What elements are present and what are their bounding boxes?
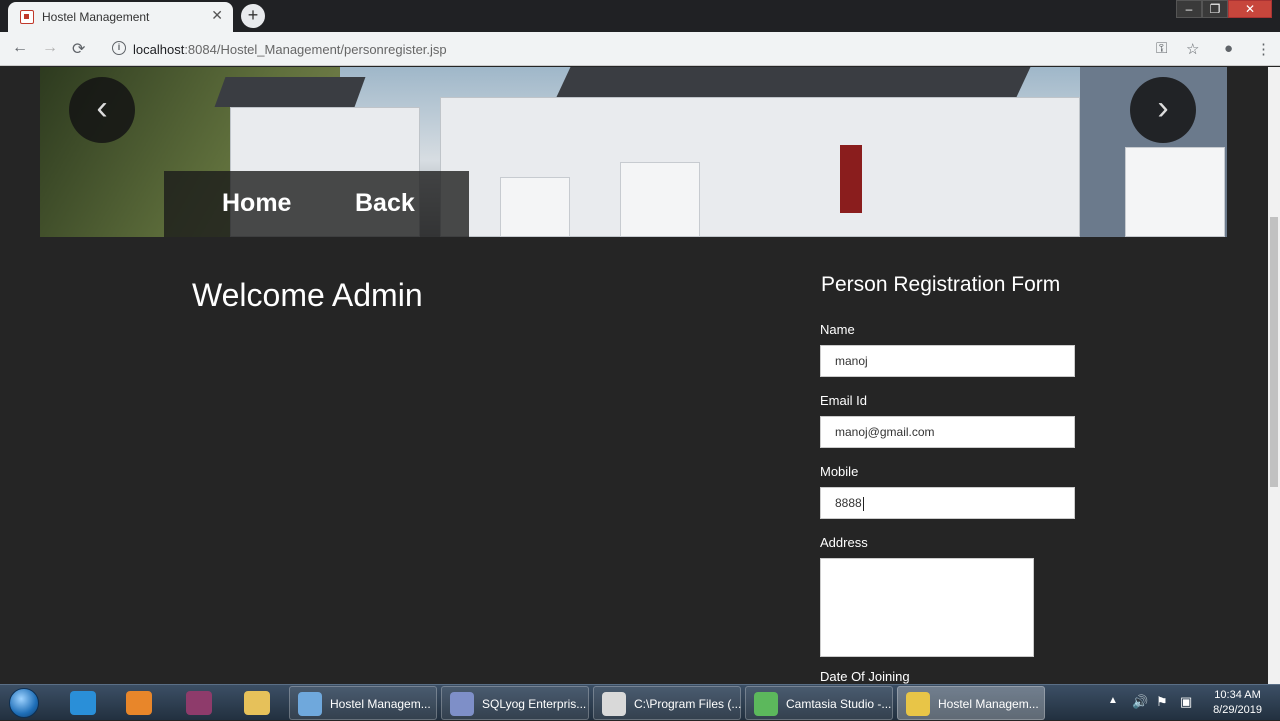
- nav-back-link[interactable]: Back: [355, 189, 415, 218]
- key-icon[interactable]: ⚿: [1156, 40, 1167, 57]
- text-cursor-icon: [862, 496, 864, 511]
- browser-toolbar: ← → ⟳ i localhost:8084/Hostel_Management…: [0, 32, 1280, 66]
- task-label: Camtasia Studio -...: [786, 697, 892, 711]
- task-label: Hostel Managem...: [938, 697, 1039, 711]
- network-icon[interactable]: ▣: [1180, 694, 1192, 710]
- address-label: Address: [820, 535, 868, 550]
- task-camtasia[interactable]: Camtasia Studio -...: [745, 686, 893, 720]
- app-icon: [754, 692, 778, 716]
- hero-navbar: Home Back: [164, 171, 469, 237]
- close-window-button[interactable]: ✕: [1228, 0, 1272, 18]
- app-icon: [450, 692, 474, 716]
- minimize-button[interactable]: –: [1176, 0, 1202, 18]
- address-textarea[interactable]: [820, 558, 1034, 657]
- clock[interactable]: 10:34 AM 8/29/2019: [1213, 688, 1262, 718]
- page-scrollbar[interactable]: [1268, 67, 1280, 684]
- window-controls: – ❐ ✕: [1176, 0, 1272, 18]
- mobile-label: Mobile: [820, 464, 859, 479]
- mobile-value: 8888: [835, 496, 862, 510]
- browser-tabstrip: Hostel Management ✕ + – ❐ ✕: [0, 0, 1280, 32]
- email-input[interactable]: manoj@gmail.com: [820, 416, 1075, 448]
- address-bar[interactable]: i localhost:8084/Hostel_Management/perso…: [104, 36, 1214, 62]
- hero-door: [840, 145, 862, 213]
- browser-tab[interactable]: Hostel Management ✕: [8, 2, 233, 32]
- pinned-media-player[interactable]: [118, 688, 160, 718]
- name-input[interactable]: manoj: [820, 345, 1075, 377]
- account-icon[interactable]: ●: [1224, 40, 1233, 57]
- taskbar: Hostel Managem... SQLyog Enterpris... C:…: [0, 684, 1280, 720]
- volume-icon[interactable]: 🔊: [1132, 694, 1148, 710]
- site-info-icon[interactable]: i: [112, 41, 126, 55]
- media-player-icon: [126, 691, 152, 715]
- doj-label: Date Of Joining: [820, 669, 910, 684]
- welcome-heading: Welcome Admin: [192, 277, 423, 313]
- favicon-icon: [20, 10, 34, 24]
- slider-prev-icon[interactable]: ‹: [69, 77, 135, 143]
- new-tab-button[interactable]: +: [241, 4, 265, 28]
- menu-dots-icon[interactable]: ⋮: [1256, 40, 1271, 58]
- task-label: C:\Program Files (...: [634, 697, 742, 711]
- pinned-winrar[interactable]: [178, 688, 220, 718]
- name-label: Name: [820, 322, 855, 337]
- forward-arrow-icon[interactable]: →: [42, 39, 58, 57]
- email-label: Email Id: [820, 393, 867, 408]
- app-icon: [298, 692, 322, 716]
- pinned-ie[interactable]: [62, 688, 104, 718]
- nav-home-link[interactable]: Home: [222, 189, 291, 218]
- url-path: :8084/Hostel_Management/personregister.j…: [184, 42, 447, 57]
- tab-close-icon[interactable]: ✕: [211, 7, 223, 24]
- winrar-icon: [186, 691, 212, 715]
- back-arrow-icon[interactable]: ←: [12, 39, 28, 57]
- hero-slider: ‹ › Home Back: [40, 67, 1227, 237]
- hero-garage: [1125, 147, 1225, 237]
- task-program-files[interactable]: C:\Program Files (...: [593, 686, 741, 720]
- task-hostel-ide[interactable]: Hostel Managem...: [289, 686, 437, 720]
- task-sqlyog[interactable]: SQLyog Enterpris...: [441, 686, 589, 720]
- form-title: Person Registration Form: [821, 273, 1061, 296]
- reload-icon[interactable]: ⟳: [72, 39, 85, 59]
- hero-roof: [214, 77, 366, 107]
- chrome-icon: [906, 692, 930, 716]
- mobile-input[interactable]: 8888: [820, 487, 1075, 519]
- hero-garage: [620, 162, 700, 237]
- show-hidden-icons[interactable]: ▲: [1108, 695, 1118, 706]
- clock-time: 10:34 AM: [1214, 689, 1261, 701]
- action-center-icon[interactable]: ⚑: [1156, 694, 1168, 710]
- ie-icon: [70, 691, 96, 715]
- task-label: SQLyog Enterpris...: [482, 697, 587, 711]
- folder-icon: [244, 691, 270, 715]
- hero-garage: [500, 177, 570, 237]
- url-text[interactable]: localhost:8084/Hostel_Management/personr…: [133, 42, 447, 57]
- windows-logo-icon: [9, 688, 39, 718]
- task-label: Hostel Managem...: [330, 697, 431, 711]
- task-chrome[interactable]: Hostel Managem...: [897, 686, 1045, 720]
- slider-next-icon[interactable]: ›: [1130, 77, 1196, 143]
- maximize-button[interactable]: ❐: [1202, 0, 1228, 18]
- clock-date: 8/29/2019: [1213, 704, 1262, 716]
- start-button[interactable]: [4, 685, 44, 721]
- scrollbar-thumb[interactable]: [1270, 217, 1278, 487]
- pinned-explorer[interactable]: [236, 688, 278, 718]
- tab-title: Hostel Management: [42, 10, 150, 24]
- person-registration-form: Person Registration Form Name manoj Emai…: [820, 273, 1080, 684]
- app-icon: [602, 692, 626, 716]
- url-host: localhost: [133, 42, 185, 57]
- page-content: ‹ › Home Back Welcome Admin Person Regis…: [0, 67, 1268, 684]
- star-icon[interactable]: ☆: [1186, 40, 1199, 58]
